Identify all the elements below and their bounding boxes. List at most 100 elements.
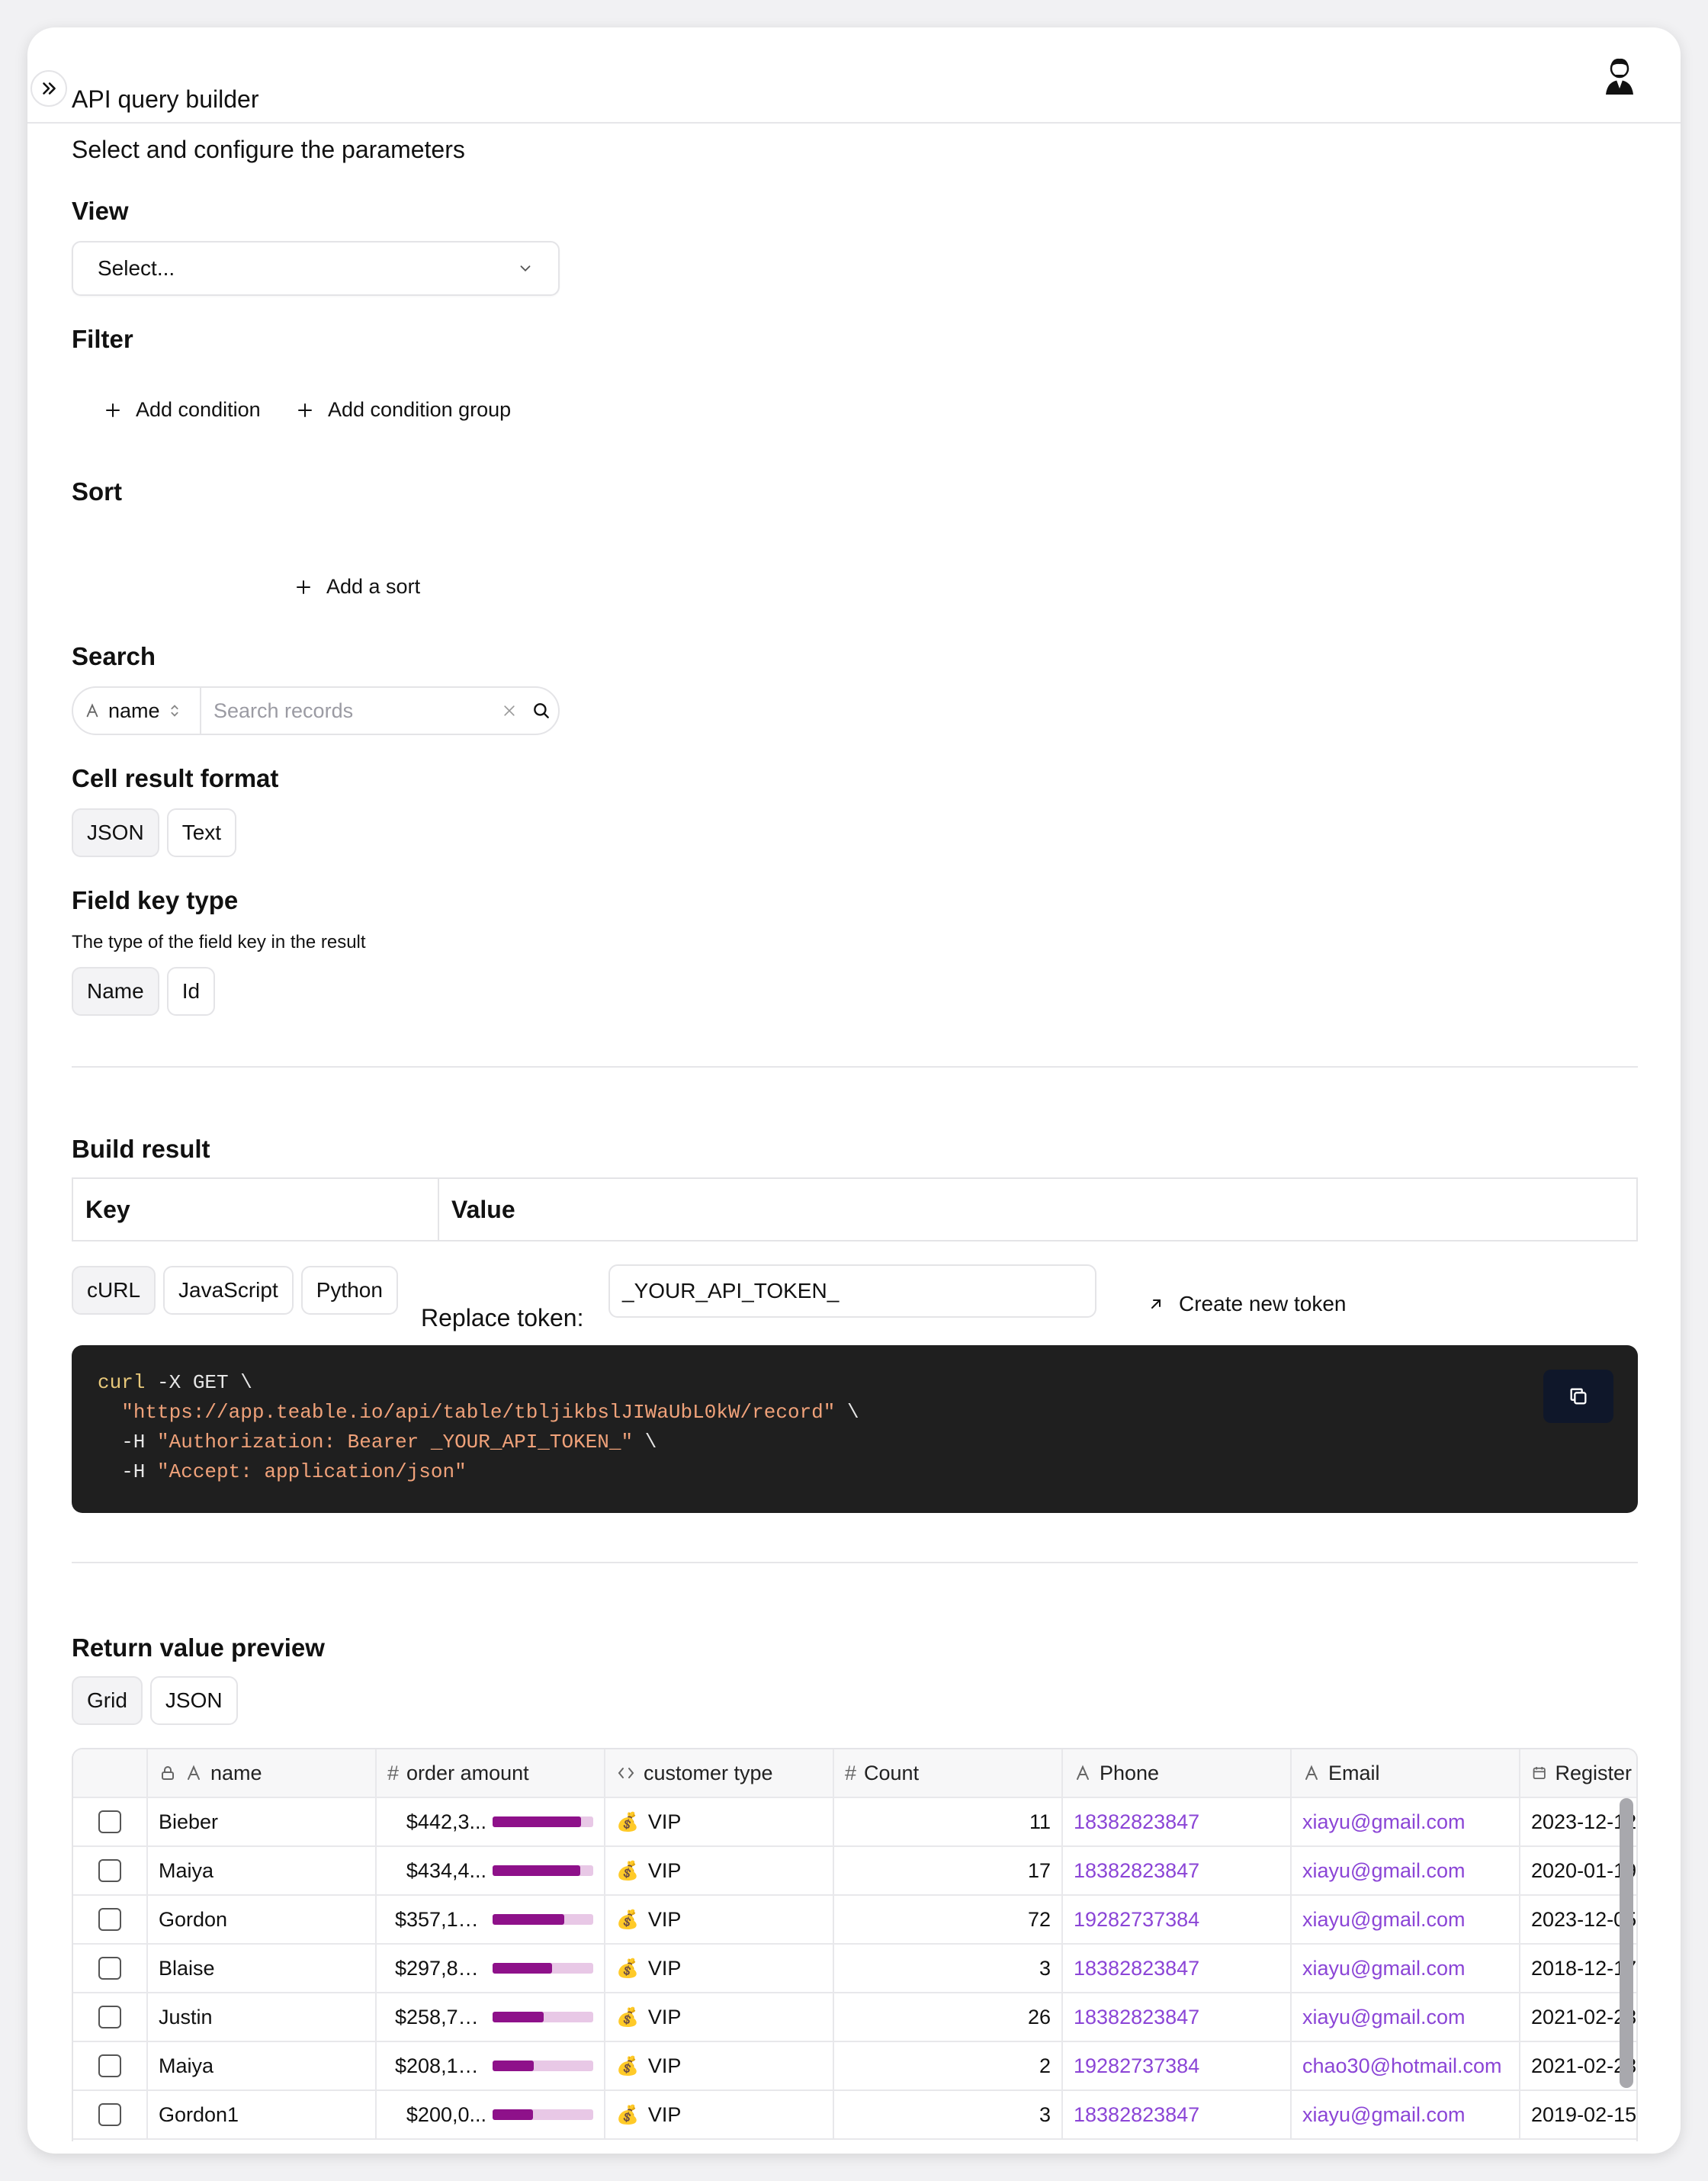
table-row[interactable]: Blaise $297,80... 💰 VIP 3 18382823847 xiayu@gm… <box>73 1945 1636 1993</box>
field-key-id[interactable]: Id <box>166 967 216 1016</box>
cell-phone[interactable]: 19282737384 <box>1063 1896 1292 1943</box>
add-sort-button[interactable]: Add a sort <box>294 575 420 599</box>
field-key-heading: Field key type <box>72 886 239 914</box>
row-checkbox[interactable] <box>98 1859 121 1882</box>
cell-email[interactable]: xiayu@gmail.com <box>1292 2091 1520 2138</box>
row-checkbox[interactable] <box>98 2054 121 2077</box>
cell-phone[interactable]: 18382823847 <box>1063 1847 1292 1894</box>
column-header-register[interactable]: Register <box>1520 1749 1636 1797</box>
search-button[interactable] <box>525 701 558 721</box>
cell-email[interactable]: xiayu@gmail.com <box>1292 1945 1520 1992</box>
row-checkbox[interactable] <box>98 2006 121 2028</box>
cell-register-date[interactable]: 2019-02-15 <box>1520 2091 1636 2138</box>
cell-count[interactable]: 72 <box>834 1896 1063 1943</box>
row-checkbox[interactable] <box>98 1957 121 1980</box>
plus-icon <box>106 403 120 417</box>
user-avatar-icon[interactable] <box>1601 55 1638 96</box>
cell-name[interactable]: Maiya <box>148 1847 377 1894</box>
cell-count[interactable]: 17 <box>834 1847 1063 1894</box>
cell-customer-type[interactable]: 💰 VIP <box>605 1945 834 1992</box>
cell-name[interactable]: Gordon1 <box>148 2091 377 2138</box>
cell-email[interactable]: xiayu@gmail.com <box>1292 1847 1520 1894</box>
cell-name[interactable]: Justin <box>148 1993 377 2041</box>
table-row[interactable]: Justin $258,70... 💰 VIP 26 18382823847 xiayu@g… <box>73 1993 1636 2042</box>
create-token-link[interactable]: Create new token <box>1147 1292 1346 1316</box>
add-condition-button[interactable]: Add condition <box>104 398 261 422</box>
cell-customer-type[interactable]: 💰 VIP <box>605 2042 834 2089</box>
tab-json[interactable]: JSON <box>149 1676 238 1725</box>
column-header-count[interactable]: # Count <box>834 1749 1063 1797</box>
cell-customer-type[interactable]: 💰 VIP <box>605 1847 834 1894</box>
cell-phone[interactable]: 18382823847 <box>1063 1993 1292 2041</box>
cell-customer-type[interactable]: 💰 VIP <box>605 1896 834 1943</box>
table-row[interactable]: Maiya $434,4... 💰 VIP 17 18382823847 xiayu@gma… <box>73 1847 1636 1896</box>
cell-phone[interactable]: 18382823847 <box>1063 1798 1292 1845</box>
cell-phone[interactable]: 18382823847 <box>1063 2091 1292 2138</box>
money-bag-icon: 💰 <box>616 1909 639 1930</box>
cell-order-amount[interactable]: $258,70... <box>377 1993 605 2041</box>
cell-format-json[interactable]: JSON <box>72 808 159 857</box>
value-column-header: Value <box>451 1195 515 1223</box>
cell-email[interactable]: xiayu@gmail.com <box>1292 1896 1520 1943</box>
cell-order-amount[interactable]: $357,10... <box>377 1896 605 1943</box>
cell-order-amount[interactable]: $200,0... <box>377 2091 605 2138</box>
replace-token-label: Replace token: <box>421 1304 584 1331</box>
add-condition-group-button[interactable]: Add condition group <box>296 398 511 422</box>
row-checkbox[interactable] <box>98 1908 121 1931</box>
cell-email[interactable]: xiayu@gmail.com <box>1292 1993 1520 2041</box>
cell-phone[interactable]: 19282737384 <box>1063 2042 1292 2089</box>
code-brackets-icon <box>618 1768 634 1778</box>
amount-progress-bar <box>493 2061 593 2071</box>
grid-body: Bieber $442,3... 💰 VIP 11 18382823847 xiayu@gm… <box>73 1798 1636 2140</box>
tab-curl[interactable]: cURL <box>72 1266 156 1315</box>
cell-customer-type[interactable]: 💰 VIP <box>605 2091 834 2138</box>
close-icon <box>504 705 515 716</box>
view-select[interactable]: Select... <box>72 241 560 296</box>
row-checkbox[interactable] <box>98 1810 121 1833</box>
grid-scrollbar[interactable] <box>1620 1798 1633 2088</box>
column-header-phone[interactable]: Phone <box>1063 1749 1292 1797</box>
cell-email[interactable]: chao30@hotmail.com <box>1292 2042 1520 2089</box>
clear-search-button[interactable] <box>494 703 525 718</box>
table-row[interactable]: Gordon1 $200,0... 💰 VIP 3 18382823847 xiayu@gm… <box>73 2091 1636 2140</box>
search-input[interactable] <box>201 699 494 723</box>
token-input[interactable]: _YOUR_API_TOKEN_ <box>608 1264 1096 1318</box>
cell-order-amount[interactable]: $434,4... <box>377 1847 605 1894</box>
tab-python[interactable]: Python <box>300 1266 398 1315</box>
search-heading: Search <box>72 642 156 670</box>
cell-email[interactable]: xiayu@gmail.com <box>1292 1798 1520 1845</box>
amount-progress-fill <box>493 1914 564 1925</box>
cell-name[interactable]: Bieber <box>148 1798 377 1845</box>
copy-code-button[interactable] <box>1543 1370 1613 1423</box>
page-title: API query builder <box>72 85 259 113</box>
table-row[interactable]: Gordon $357,10... 💰 VIP 72 19282737384 xiayu@g… <box>73 1896 1636 1945</box>
cell-count[interactable]: 2 <box>834 2042 1063 2089</box>
column-header-customer-type[interactable]: customer type <box>605 1749 834 1797</box>
cell-customer-type[interactable]: 💰 VIP <box>605 1798 834 1845</box>
cell-format-text[interactable]: Text <box>166 808 237 857</box>
cell-count[interactable]: 26 <box>834 1993 1063 2041</box>
search-field-select[interactable]: name <box>73 688 201 734</box>
column-header-order-amount[interactable]: # order amount <box>377 1749 605 1797</box>
cell-count[interactable]: 3 <box>834 1945 1063 1992</box>
table-row[interactable]: Bieber $442,3... 💰 VIP 11 18382823847 xiayu@gm… <box>73 1798 1636 1847</box>
cell-name[interactable]: Maiya <box>148 2042 377 2089</box>
table-row[interactable]: Maiya $208,10... 💰 VIP 2 19282737384 chao30@ho… <box>73 2042 1636 2091</box>
column-header-name[interactable]: name <box>148 1749 377 1797</box>
column-header-email[interactable]: Email <box>1292 1749 1520 1797</box>
cell-name[interactable]: Blaise <box>148 1945 377 1992</box>
cell-order-amount[interactable]: $208,10... <box>377 2042 605 2089</box>
tab-grid[interactable]: Grid <box>72 1676 143 1725</box>
field-key-name[interactable]: Name <box>72 967 159 1016</box>
cell-count[interactable]: 3 <box>834 2091 1063 2138</box>
cell-customer-type[interactable]: 💰 VIP <box>605 1993 834 2041</box>
cell-count[interactable]: 11 <box>834 1798 1063 1845</box>
cell-order-amount[interactable]: $442,3... <box>377 1798 605 1845</box>
cell-phone[interactable]: 18382823847 <box>1063 1945 1292 1992</box>
cell-order-amount[interactable]: $297,80... <box>377 1945 605 1992</box>
expand-sidebar-button[interactable] <box>30 70 67 107</box>
row-checkbox[interactable] <box>98 2103 121 2126</box>
grid-header-row: name # order amount customer type # Coun… <box>73 1749 1636 1798</box>
cell-name[interactable]: Gordon <box>148 1896 377 1943</box>
tab-javascript[interactable]: JavaScript <box>163 1266 294 1315</box>
